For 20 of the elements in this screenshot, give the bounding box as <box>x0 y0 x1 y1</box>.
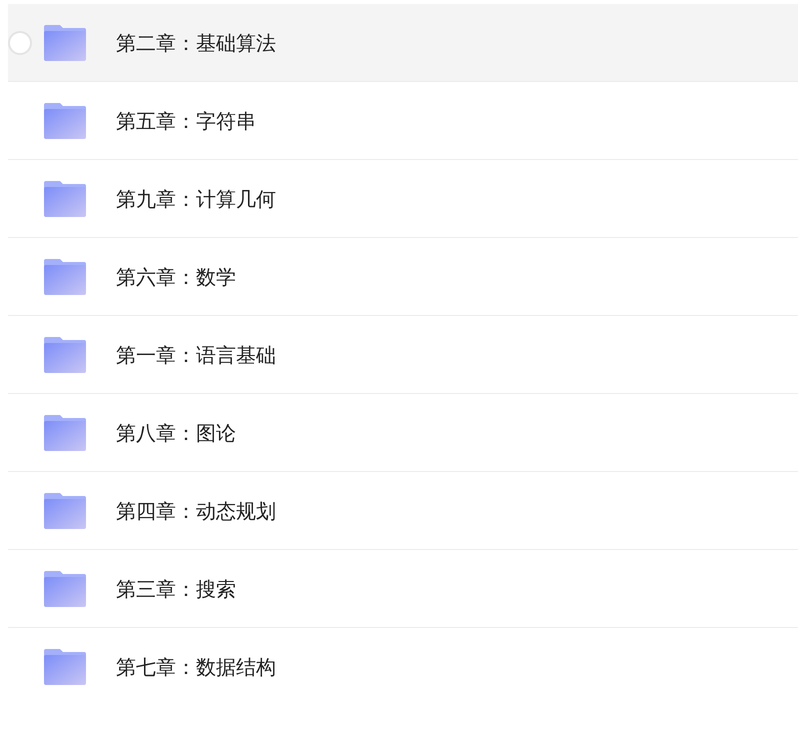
folder-icon <box>44 336 86 372</box>
folder-icon <box>44 649 86 685</box>
folder-icon <box>44 258 86 294</box>
folder-name: 第二章：基础算法 <box>116 30 276 56</box>
folder-name: 第六章：数学 <box>116 264 236 290</box>
folder-icon <box>44 180 86 216</box>
folder-icon <box>44 24 86 60</box>
folder-name: 第七章：数据结构 <box>116 654 276 681</box>
folder-icon <box>44 492 86 528</box>
folder-icon <box>44 102 86 138</box>
folder-name: 第四章：动态规划 <box>116 498 276 524</box>
folder-name: 第三章：搜索 <box>116 576 236 602</box>
folder-row[interactable]: 第二章：基础算法 <box>8 4 798 82</box>
folder-name: 第一章：语言基础 <box>116 342 276 368</box>
folder-name: 第五章：字符串 <box>116 108 256 134</box>
folder-icon <box>44 570 86 606</box>
folder-icon <box>44 414 86 450</box>
folder-name: 第九章：计算几何 <box>116 186 276 212</box>
folder-name: 第八章：图论 <box>116 420 236 446</box>
select-radio[interactable] <box>8 30 32 54</box>
